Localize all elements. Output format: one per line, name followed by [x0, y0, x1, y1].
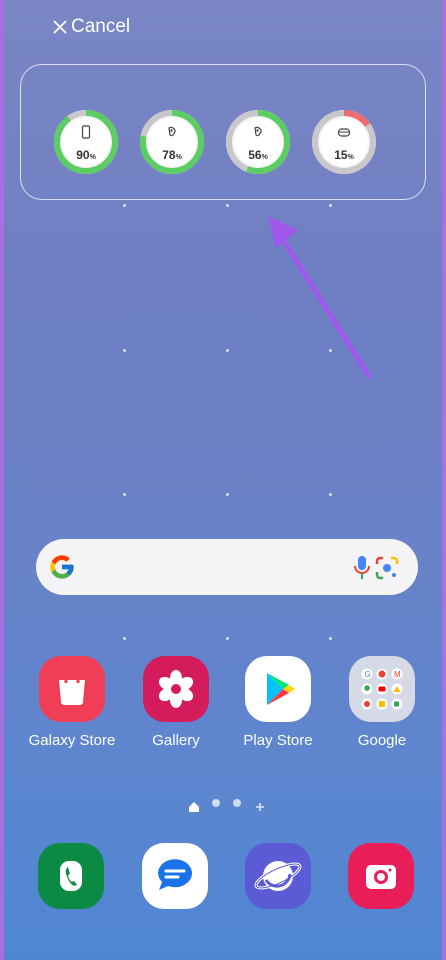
- battery-percent: 56%: [248, 148, 268, 162]
- battery-ring-case: 15%: [310, 108, 378, 176]
- svg-text:G: G: [365, 670, 371, 679]
- app-gallery[interactable]: Gallery: [128, 656, 224, 749]
- app-google-folder[interactable]: G M Google: [334, 656, 430, 749]
- earbud-icon: [251, 123, 265, 144]
- grid-dot: [226, 493, 229, 496]
- cancel-button[interactable]: Cancel: [52, 16, 130, 38]
- battery-unit: %: [89, 153, 96, 161]
- home-page-icon: [189, 799, 199, 817]
- play-store-icon: [245, 656, 311, 722]
- app-label: Gallery: [152, 732, 200, 749]
- earbud-icon: [165, 123, 179, 144]
- google-folder-icon: G M: [349, 656, 415, 722]
- arrow-annotation: [268, 216, 372, 379]
- grid-dot: [123, 204, 126, 207]
- grid-dot: [226, 349, 229, 352]
- page-dot: [233, 799, 241, 807]
- battery-ring-phone: 90%: [52, 108, 120, 176]
- case-icon: [337, 123, 351, 144]
- messages-icon[interactable]: [142, 843, 208, 909]
- google-g-icon: [50, 555, 74, 579]
- battery-percent: 15%: [334, 148, 354, 162]
- svg-text:M: M: [394, 670, 401, 679]
- google-search-bar[interactable]: [36, 539, 418, 595]
- app-label: Galaxy Store: [28, 732, 116, 749]
- camera-icon[interactable]: [348, 843, 414, 909]
- battery-ring-earbud: 78%: [138, 108, 206, 176]
- mic-icon[interactable]: [352, 555, 372, 581]
- phone-icon: [79, 123, 93, 144]
- battery-ring-earbud: 56%: [224, 108, 292, 176]
- grid-dot: [123, 637, 126, 640]
- grid-dot: [226, 637, 229, 640]
- lens-icon[interactable]: [374, 555, 400, 581]
- grid-dot: [226, 204, 229, 207]
- gallery-icon: [143, 656, 209, 722]
- app-play-store[interactable]: Play Store: [230, 656, 326, 749]
- grid-dot: [123, 349, 126, 352]
- app-label: Play Store: [243, 732, 313, 749]
- battery-unit: %: [347, 153, 354, 161]
- battery-unit: %: [261, 153, 268, 161]
- battery-value: 15: [334, 147, 348, 162]
- battery-unit: %: [175, 153, 182, 161]
- grid-dot: [123, 493, 126, 496]
- battery-percent: 78%: [162, 148, 182, 162]
- battery-value: 56: [248, 147, 262, 162]
- battery-value: 90: [76, 147, 90, 162]
- page-indicator[interactable]: [4, 796, 442, 812]
- cancel-label: Cancel: [71, 16, 131, 37]
- grid-dot: [329, 637, 332, 640]
- close-icon: [53, 20, 67, 34]
- add-page-icon: [255, 799, 265, 817]
- internet-icon[interactable]: [245, 843, 311, 909]
- page-dot: [212, 799, 220, 807]
- app-galaxy-store[interactable]: Galaxy Store: [24, 656, 120, 749]
- app-label: Google: [357, 732, 407, 749]
- battery-percent: 90%: [76, 148, 96, 162]
- phone-icon[interactable]: [38, 843, 104, 909]
- galaxy-store-icon: [39, 656, 105, 722]
- battery-value: 78: [162, 147, 176, 162]
- grid-dot: [329, 493, 332, 496]
